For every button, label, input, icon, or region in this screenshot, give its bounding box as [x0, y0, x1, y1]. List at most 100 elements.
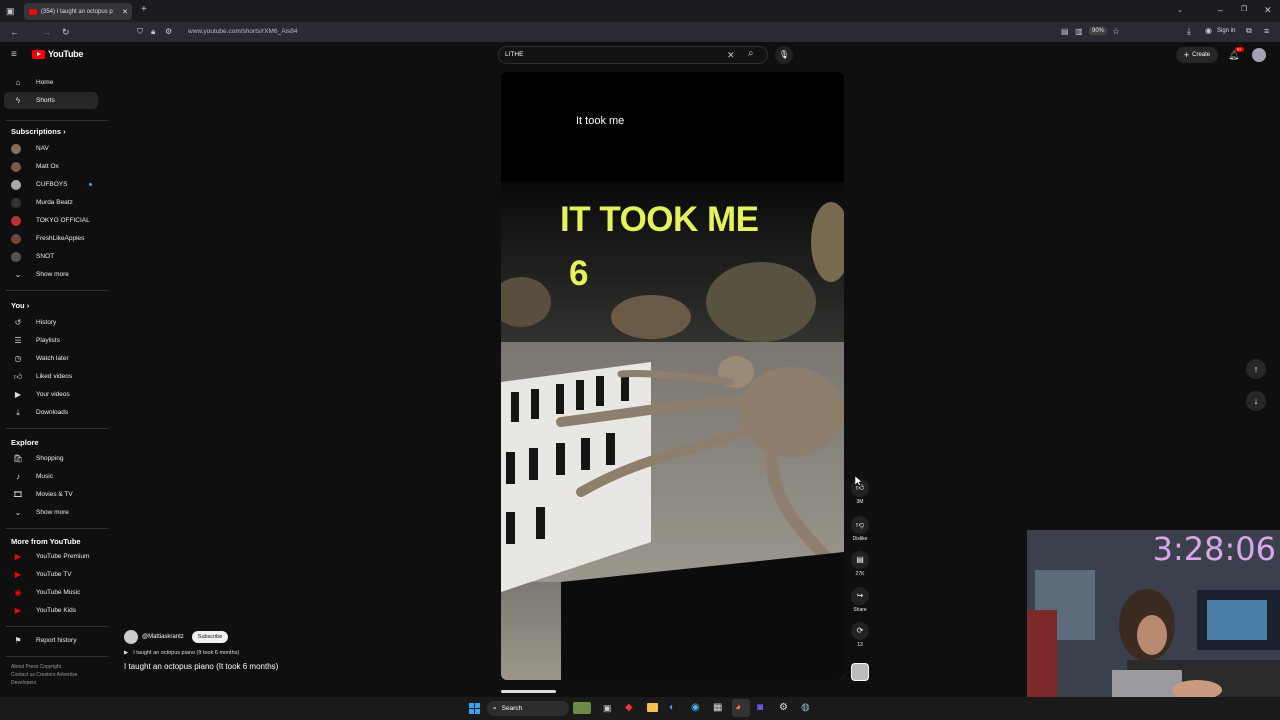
url-text[interactable]: www.youtube.com/shorts/rXM6_Ais84 — [188, 28, 297, 35]
sidebar-sub-item[interactable]: CUFBOYS — [4, 176, 98, 193]
sidebar-item-youtube-premium[interactable]: ▶ YouTube Premium — [4, 548, 98, 565]
bookmark-star-icon[interactable]: ☆ — [1112, 26, 1120, 36]
divider — [6, 656, 108, 657]
edge-icon[interactable]: ◐ — [669, 702, 675, 713]
subscribe-button[interactable]: Subscribe — [191, 631, 229, 643]
comments-button[interactable]: ▤ 27K — [849, 551, 871, 577]
minimize-icon[interactable]: – — [1218, 5, 1223, 15]
youtube-tv-icon: ▶ — [14, 570, 22, 579]
sidebar-item-youtube-kids[interactable]: ▶ YouTube Kids — [4, 602, 98, 619]
back-icon[interactable]: ← — [10, 27, 19, 37]
sidebar-item-home[interactable]: ⌂ Home — [4, 74, 98, 91]
sidebar-item-youtube-music[interactable]: ◉ YouTube Music — [4, 584, 98, 601]
footer-links[interactable]: About Press Copyright — [11, 664, 61, 671]
sidebar-sub-item[interactable]: Matt Ox — [4, 158, 98, 175]
zoom-level[interactable]: 90% — [1089, 27, 1108, 35]
sidebar-item-report-history[interactable]: ⚑ Report history — [4, 632, 98, 649]
short-video-player[interactable]: It took me IT TOOK ME 6 — [501, 72, 844, 680]
sidebar-toggle-icon[interactable]: ▣ — [6, 6, 15, 16]
widgets-icon[interactable] — [573, 702, 591, 714]
reader-icon[interactable]: ▤ — [1061, 27, 1069, 37]
extensions-icon[interactable]: ⧉ — [1246, 26, 1252, 36]
clear-search-icon[interactable]: ✕ — [727, 50, 735, 60]
pip-icon[interactable]: ▥ — [1075, 27, 1083, 37]
avatar[interactable] — [1252, 48, 1266, 62]
sidebar-item-youtube-tv[interactable]: ▶ YouTube TV — [4, 566, 98, 583]
tab-title: (354) I taught an octopus p — [41, 8, 113, 15]
app-icon[interactable]: ◆ — [625, 702, 633, 713]
sign-in-button[interactable]: Sign in — [1217, 28, 1235, 34]
steam-icon[interactable]: ◍ — [801, 702, 810, 713]
youtube-premium-icon: ▶ — [14, 552, 22, 561]
footer-links[interactable]: Developers — [11, 680, 36, 687]
window-close-icon[interactable]: ✕ — [1264, 5, 1272, 15]
voice-search-icon[interactable]: 🎙︎ — [775, 46, 793, 64]
tab-list-icon[interactable]: ⌄ — [1177, 6, 1183, 16]
sidebar-item-movies[interactable]: 🎞︎ Movies & TV — [4, 486, 98, 503]
forward-icon[interactable]: → — [42, 27, 51, 37]
file-explorer-icon[interactable] — [647, 703, 658, 712]
taskbar: ⌕ Search ▣ ◆ ◐ ◉ ▦ ◕ ◙ ⚙ ◍ — [0, 697, 1280, 720]
sidebar-item-music[interactable]: ♪ Music — [4, 468, 98, 485]
maximize-icon[interactable]: ❐ — [1241, 5, 1247, 15]
shield-icon[interactable]: ⛉ — [137, 27, 143, 37]
divider — [6, 626, 108, 627]
new-tab-icon[interactable]: + — [141, 5, 147, 15]
windows-start-icon[interactable] — [469, 703, 480, 714]
search-icon[interactable]: ⌕ — [748, 49, 754, 59]
sidebar-item-downloads[interactable]: ⤓ Downloads — [4, 404, 98, 421]
home-icon: ⌂ — [15, 78, 21, 87]
browser-tab[interactable]: (354) I taught an octopus p ✕ — [24, 3, 132, 20]
permissions-icon[interactable]: ⚙ — [165, 27, 172, 37]
close-tab-icon[interactable]: ✕ — [122, 8, 128, 16]
subscriptions-heading[interactable]: Subscriptions › — [11, 127, 66, 136]
account-icon[interactable]: ◉ — [1205, 26, 1212, 36]
show-more-button[interactable]: ⌄ Show more — [4, 266, 98, 283]
caption-text: It took me — [576, 115, 625, 127]
sidebar-item-shopping[interactable]: 🛍︎ Shopping — [4, 450, 98, 467]
sidebar-sub-item[interactable]: TOKYO OFFICIAL — [4, 212, 98, 229]
you-heading[interactable]: You › — [11, 301, 29, 310]
chrome-icon[interactable]: ◉ — [691, 702, 700, 713]
sidebar-item-liked-videos[interactable]: 👍︎ Liked videos — [4, 368, 98, 385]
sound-thumbnail[interactable] — [851, 663, 869, 681]
playlist-link[interactable]: ▶ I taught an octopus piano (It took 6 mo… — [124, 650, 239, 656]
sidebar-item-history[interactable]: ↺ History — [4, 314, 98, 331]
show-more-button[interactable]: ⌄ Show more — [4, 504, 98, 521]
task-view-icon[interactable]: ▣ — [603, 703, 612, 714]
channel-avatar — [11, 143, 21, 154]
sidebar-item-playlists[interactable]: ☰ Playlists — [4, 332, 98, 349]
taskbar-search[interactable]: ⌕ Search — [487, 701, 569, 716]
channel-avatar — [11, 179, 21, 190]
sidebar-sub-item[interactable]: SNOT — [4, 248, 98, 265]
channel-name[interactable]: @Mattiaskrantz — [142, 634, 184, 640]
reload-icon[interactable]: ↻ — [62, 27, 70, 37]
channel-avatar[interactable] — [124, 630, 138, 644]
remix-button[interactable]: ⟳ 13 — [849, 622, 871, 648]
history-icon: ↺ — [14, 318, 22, 327]
app-icon[interactable]: ⚙ — [779, 702, 788, 713]
sidebar-sub-item[interactable]: FreshLikeApples — [4, 230, 98, 247]
store-icon[interactable]: ▦ — [713, 702, 722, 713]
next-short-arrow-down-icon[interactable]: ↓ — [1246, 391, 1266, 411]
downloads-icon[interactable]: ⤓ — [1187, 26, 1191, 36]
firefox-icon[interactable]: ◕ — [735, 702, 741, 713]
progress-bar[interactable] — [501, 690, 556, 693]
previous-short-arrow-up-icon[interactable]: ↑ — [1246, 359, 1266, 379]
sidebar-sub-item[interactable]: NAV — [4, 140, 98, 157]
dislike-button[interactable]: 👎︎ Dislike — [849, 516, 871, 542]
sidebar-item-watch-later[interactable]: ◷ Watch later — [4, 350, 98, 367]
flag-icon: ⚑ — [14, 636, 22, 645]
menu-icon[interactable]: ≡ — [1264, 26, 1269, 36]
sidebar-item-shorts[interactable]: ϟ Shorts — [4, 92, 98, 109]
create-button[interactable]: + Create — [1176, 47, 1218, 63]
notification-badge: 9+ — [1235, 47, 1245, 52]
lock-icon[interactable]: 🔒︎ — [151, 27, 155, 37]
share-button[interactable]: ↪ Share — [849, 587, 871, 613]
discord-icon[interactable]: ◙ — [757, 702, 763, 713]
sidebar-sub-item[interactable]: Murda Beatz — [4, 194, 98, 211]
sidebar-item-your-videos[interactable]: ▶ Your videos — [4, 386, 98, 403]
download-icon: ⤓ — [16, 407, 20, 417]
channel-avatar — [11, 161, 21, 172]
footer-links[interactable]: Contact us Creators Advertise — [11, 672, 77, 679]
